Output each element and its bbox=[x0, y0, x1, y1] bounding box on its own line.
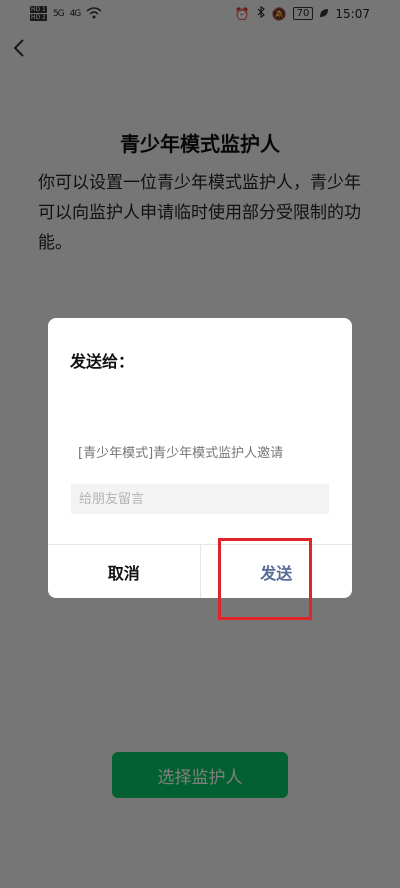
highlight-box bbox=[218, 538, 312, 620]
cancel-button[interactable]: 取消 bbox=[48, 545, 201, 598]
invite-message: [青少年模式]青少年模式监护人邀请 bbox=[78, 446, 284, 461]
message-input[interactable] bbox=[71, 484, 329, 514]
dialog-title: 发送给： bbox=[70, 352, 135, 371]
